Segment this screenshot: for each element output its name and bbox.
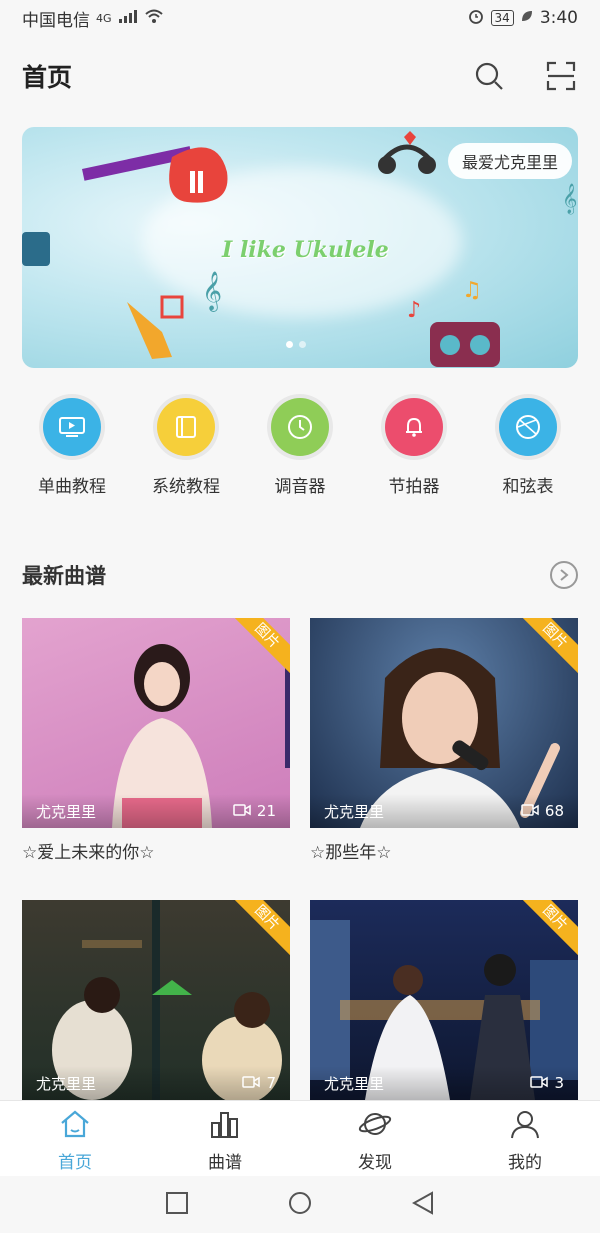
status-bar: 中国电信 4G 34 3:40 xyxy=(0,0,600,36)
card-meta: 尤克里里 68 xyxy=(310,794,578,828)
tab-label: 我的 xyxy=(508,1153,542,1173)
section-title: 最新曲谱 xyxy=(22,564,106,588)
video-icon xyxy=(242,1074,261,1092)
svg-text:𝄞: 𝄞 xyxy=(562,183,577,215)
quick-action-metronome[interactable]: 节拍器 xyxy=(364,398,464,497)
video-count: 3 xyxy=(554,1074,564,1092)
promo-banner[interactable]: 𝄞 𝄞 ♫ ♪ I like Ukulele 最爱尤克里里 xyxy=(22,127,578,368)
score-thumbnail: 图片 尤克里里 21 xyxy=(22,618,290,828)
banner-dot[interactable] xyxy=(299,341,306,348)
ball-icon xyxy=(499,398,557,456)
radio-illustration xyxy=(430,322,500,367)
search-icon[interactable] xyxy=(472,59,506,93)
score-title: ☆那些年☆ xyxy=(310,843,392,863)
score-card[interactable]: 图片 尤克里里 7 xyxy=(22,900,290,1100)
bell-icon xyxy=(385,398,443,456)
trumpet-illustration xyxy=(127,295,184,359)
video-icon xyxy=(521,802,539,820)
quick-action-single-tutorial[interactable]: 单曲教程 xyxy=(22,398,122,497)
score-card[interactable]: 图片 尤克里里 3 xyxy=(310,900,578,1100)
alarm-icon xyxy=(467,7,485,30)
svg-text:𝄞: 𝄞 xyxy=(202,271,222,312)
banner-pagination xyxy=(286,341,306,348)
quick-action-label: 和弦表 xyxy=(502,477,554,497)
speaker-illustration xyxy=(22,232,50,266)
tab-label: 发现 xyxy=(358,1153,392,1173)
video-count: 68 xyxy=(544,802,564,820)
quick-action-chord-chart[interactable]: 和弦表 xyxy=(478,398,578,497)
quick-action-label: 节拍器 xyxy=(388,477,440,497)
tab-home[interactable]: 首页 xyxy=(0,1101,150,1176)
tab-label: 曲谱 xyxy=(208,1153,242,1173)
banner-tagline: I like Ukulele xyxy=(222,237,389,263)
guitar-illustration xyxy=(82,146,228,203)
bar-chart-icon xyxy=(209,1109,241,1144)
book-icon xyxy=(157,398,215,456)
bottom-tab-bar: 首页 曲谱 发现 我的 xyxy=(0,1100,600,1176)
quick-action-system-tutorial[interactable]: 系统教程 xyxy=(136,398,236,497)
card-author: 尤克里里 xyxy=(324,1074,385,1093)
headphones-illustration xyxy=(378,131,436,174)
quick-action-tuner[interactable]: 调音器 xyxy=(250,398,350,497)
card-author: 尤克里里 xyxy=(324,802,385,821)
quick-actions: 单曲教程 系统教程 调音器 节拍器 和弦表 xyxy=(22,398,578,497)
tab-discover[interactable]: 发现 xyxy=(300,1101,450,1176)
clock-time: 3:40 xyxy=(539,8,578,28)
score-card[interactable]: 图片 尤克里里 68 ☆那些年☆ xyxy=(310,618,578,863)
page-title: 首页 xyxy=(22,63,73,92)
svg-text:♫: ♫ xyxy=(462,278,482,303)
card-meta: 尤克里里 7 xyxy=(22,1066,290,1100)
card-meta: 尤克里里 3 xyxy=(310,1066,578,1100)
score-title: ☆爱上未来的你☆ xyxy=(22,843,155,863)
video-icon xyxy=(530,1074,549,1092)
app-header: 首页 xyxy=(0,46,600,106)
score-thumbnail: 图片 尤克里里 68 xyxy=(310,618,578,828)
home-button-icon[interactable] xyxy=(288,1191,312,1219)
clock-icon xyxy=(271,398,329,456)
card-meta: 尤克里里 21 xyxy=(22,794,290,828)
score-card[interactable]: 图片 尤克里里 21 ☆爱上未来的你☆ xyxy=(22,618,290,863)
card-author: 尤克里里 xyxy=(36,802,97,821)
planet-icon xyxy=(358,1109,392,1144)
signal-icon xyxy=(118,8,138,28)
system-nav-bar xyxy=(0,1176,600,1233)
video-count: 21 xyxy=(256,802,276,820)
score-thumbnail: 图片 尤克里里 7 xyxy=(22,900,290,1100)
back-icon[interactable] xyxy=(411,1190,434,1219)
recent-apps-icon[interactable] xyxy=(166,1191,188,1218)
quick-action-label: 系统教程 xyxy=(152,477,220,497)
tab-profile[interactable]: 我的 xyxy=(450,1101,600,1176)
leaf-icon xyxy=(520,8,534,28)
quick-action-label: 调音器 xyxy=(274,477,326,497)
scan-icon[interactable] xyxy=(544,59,578,93)
chevron-right-icon[interactable] xyxy=(550,561,578,589)
person-icon xyxy=(509,1109,541,1144)
quick-action-label: 单曲教程 xyxy=(38,477,106,497)
card-author: 尤克里里 xyxy=(36,1074,97,1093)
home-icon xyxy=(59,1109,91,1144)
tv-icon xyxy=(43,398,101,456)
video-icon xyxy=(233,802,251,820)
tab-label: 首页 xyxy=(58,1153,92,1173)
video-count: 7 xyxy=(266,1074,276,1092)
banner-dot[interactable] xyxy=(286,341,293,348)
carrier-label: 中国电信 xyxy=(22,10,90,31)
banner-category-pill[interactable]: 最爱尤克里里 xyxy=(447,143,572,179)
battery-indicator: 34 xyxy=(490,10,514,26)
network-label: 4G xyxy=(96,11,112,25)
wifi-icon xyxy=(144,8,164,29)
svg-text:♪: ♪ xyxy=(407,298,421,323)
tab-scores[interactable]: 曲谱 xyxy=(150,1101,300,1176)
score-thumbnail: 图片 尤克里里 3 xyxy=(310,900,578,1100)
